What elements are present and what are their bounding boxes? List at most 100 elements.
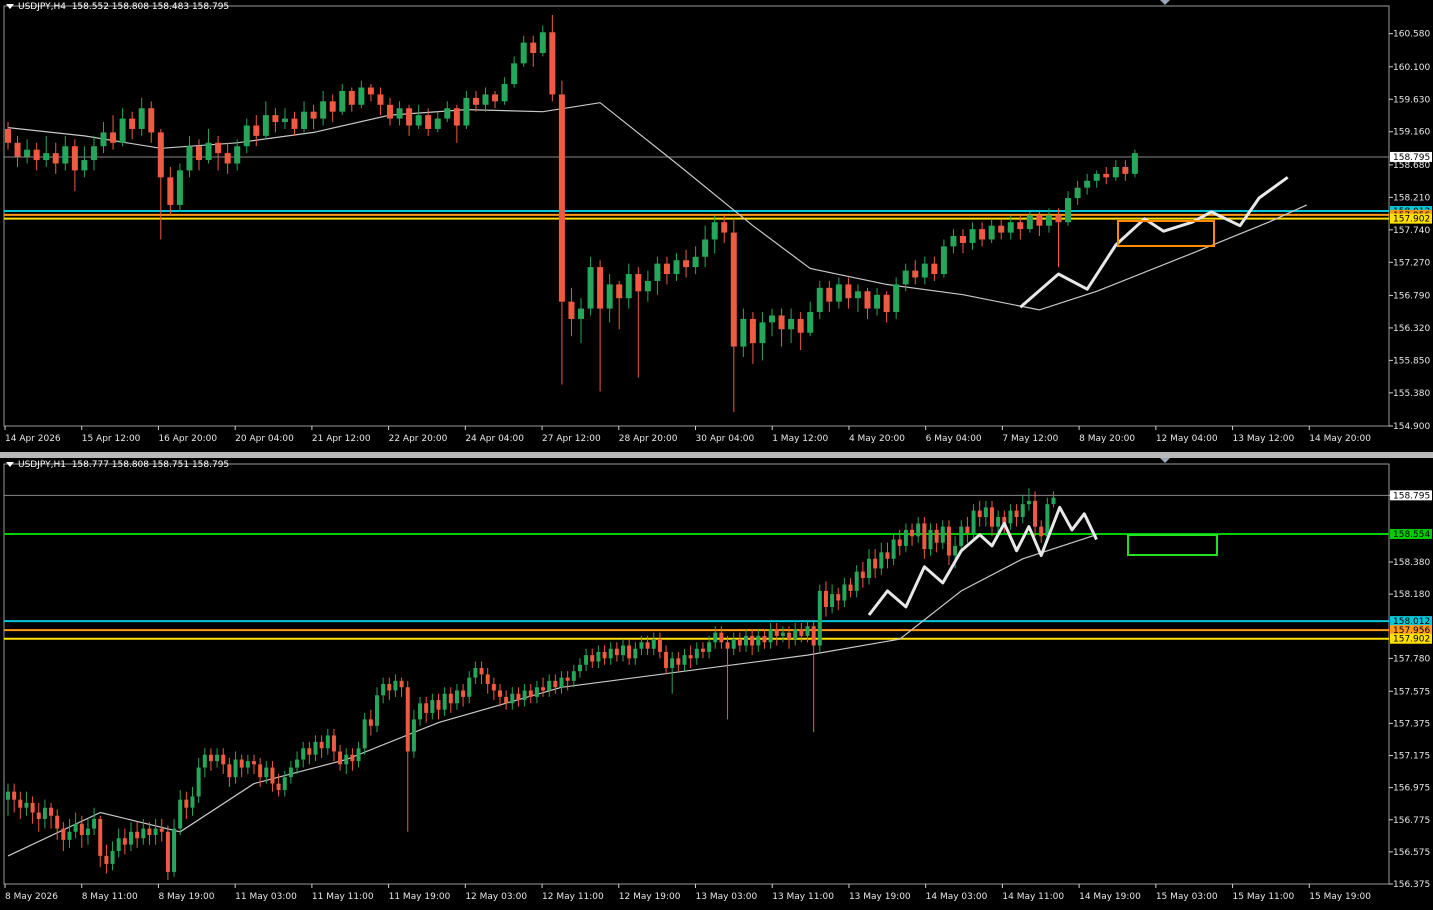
h1-bid-price-label: 158.795	[1393, 491, 1430, 501]
h4-candle-body	[1036, 215, 1043, 226]
h1-candle-body	[848, 584, 853, 591]
h4-candle-body	[52, 153, 59, 164]
h1-candle-body	[910, 529, 915, 537]
h1-candle-body	[368, 719, 373, 726]
h1-candle-body	[104, 855, 109, 864]
h4-candle-body	[100, 132, 107, 147]
h4-x-tick-label: 4 May 20:00	[849, 434, 905, 444]
h4-candle-body	[301, 111, 308, 129]
h1-candle-body	[165, 831, 170, 872]
h1-candle-body	[867, 558, 871, 579]
h4-target-box	[1117, 220, 1215, 247]
h4-chart-svg: 160.580160.100159.630159.160158.680158.2…	[3, 0, 1432, 444]
h1-candle-body	[1026, 500, 1031, 505]
h4-y-tick-label: 154.900	[1393, 422, 1430, 432]
h1-candle-body	[645, 642, 650, 649]
h1-candle-body	[49, 807, 54, 816]
h1-candle-body	[325, 735, 330, 749]
h4-candle-body	[826, 287, 833, 302]
h4-candle-body	[320, 101, 327, 119]
h1-candle-body	[528, 690, 533, 697]
h1-candle-body	[282, 777, 287, 791]
h4-candle-body	[979, 229, 986, 240]
h1-candle-body	[627, 645, 632, 659]
h1-candle-body	[590, 655, 595, 662]
h1-candle-body	[934, 529, 939, 543]
h1-candle-body	[498, 690, 502, 697]
h4-candle-body	[940, 246, 947, 275]
h1-candle-body	[270, 767, 275, 784]
h4-candle-body	[262, 115, 269, 136]
collapse-triangle-icon[interactable]	[6, 4, 14, 9]
h4-x-tick-label: 21 Apr 12:00	[312, 434, 371, 444]
h1-candle-body	[608, 648, 613, 659]
h1-chart-pane[interactable]: 158.795 158.380 158.180 157.780 157.575 157.3…	[0, 458, 1433, 910]
h1-candle-body	[288, 767, 293, 778]
h1-candle-body	[830, 594, 835, 607]
h4-candle-body	[759, 322, 766, 344]
h4-y-tick-label: 155.380	[1393, 389, 1430, 399]
h4-candle-body	[1026, 215, 1033, 230]
h4-candle-body	[62, 146, 69, 164]
h1-candle-body	[793, 629, 798, 640]
h4-chart-pane[interactable]: 160.580 160.100 159.630 159.160 158.680 158.2…	[0, 0, 1433, 452]
h1-candle-body	[36, 812, 41, 819]
h4-candle-body	[1065, 198, 1072, 223]
h4-candle-body	[90, 146, 97, 161]
h1-candle-body	[307, 748, 312, 755]
h4-candle-body	[625, 274, 632, 299]
h1-x-tick-label: 14 May 19:00	[1079, 892, 1141, 902]
h1-candle-body	[448, 693, 453, 704]
h4-candle-body	[396, 108, 403, 119]
h1-candle-body	[1045, 504, 1050, 537]
h1-candle-body	[399, 680, 404, 688]
h1-candle-body	[922, 523, 927, 550]
h1-candle-body	[430, 700, 435, 713]
h1-candle-body	[983, 507, 988, 518]
h4-candle-body	[635, 274, 642, 292]
h4-y-tick-label: 160.100	[1393, 63, 1430, 73]
h1-candle-body	[405, 687, 410, 752]
h1-x-tick-label: 15 May 19:00	[1309, 892, 1371, 902]
h1-candle-body	[990, 507, 994, 527]
h1-candle-body	[750, 635, 755, 646]
h4-x-tick-label: 22 Apr 20:00	[389, 434, 448, 444]
h4-candle-body	[721, 222, 728, 233]
h1-candle-body	[338, 751, 343, 765]
h4-y-tick-label: 158.210	[1393, 193, 1430, 203]
h1-moving-average	[7, 534, 1097, 857]
h1-candle-body	[639, 642, 644, 649]
h1-candle-body	[614, 648, 619, 656]
h4-plot-frame	[3, 5, 1390, 427]
h1-candle-body	[971, 510, 976, 534]
h4-candle-body	[1093, 173, 1100, 181]
h1-candle-body	[202, 754, 207, 768]
h1-candle-body	[381, 684, 386, 696]
h4-candle-body	[654, 263, 661, 281]
h4-candle-body	[453, 108, 460, 126]
h1-candle-body	[897, 539, 902, 546]
h1-candle-body	[436, 700, 441, 710]
h1-candle-body	[621, 645, 625, 656]
h4-candle-body	[520, 42, 527, 64]
h1-candle-body	[479, 667, 484, 675]
h4-x-tick-label: 14 Apr 2026	[5, 434, 61, 444]
h4-x-tick-label: 20 Apr 04:00	[235, 434, 294, 444]
h1-candle-body	[110, 851, 115, 864]
h1-candle-body	[227, 764, 232, 778]
h4-candle-body	[1112, 166, 1119, 178]
h4-x-tick-label: 1 May 12:00	[772, 434, 828, 444]
h1-candle-body	[959, 526, 964, 546]
h1-y-tick-label: 158.380	[1393, 558, 1430, 568]
h1-candle-body	[854, 571, 859, 591]
collapse-triangle-icon[interactable]	[6, 462, 14, 467]
h4-candle-body	[281, 118, 288, 123]
h1-candle-body	[221, 754, 226, 765]
h4-y-tick-label: 159.630	[1393, 95, 1430, 105]
h4-candle-body	[224, 153, 231, 164]
h1-candle-body	[596, 651, 601, 662]
h4-candle-body	[692, 256, 699, 268]
h1-candle-body	[362, 719, 367, 749]
h4-candle-body	[348, 90, 355, 105]
h1-y-tick-label: 156.975	[1393, 784, 1430, 794]
